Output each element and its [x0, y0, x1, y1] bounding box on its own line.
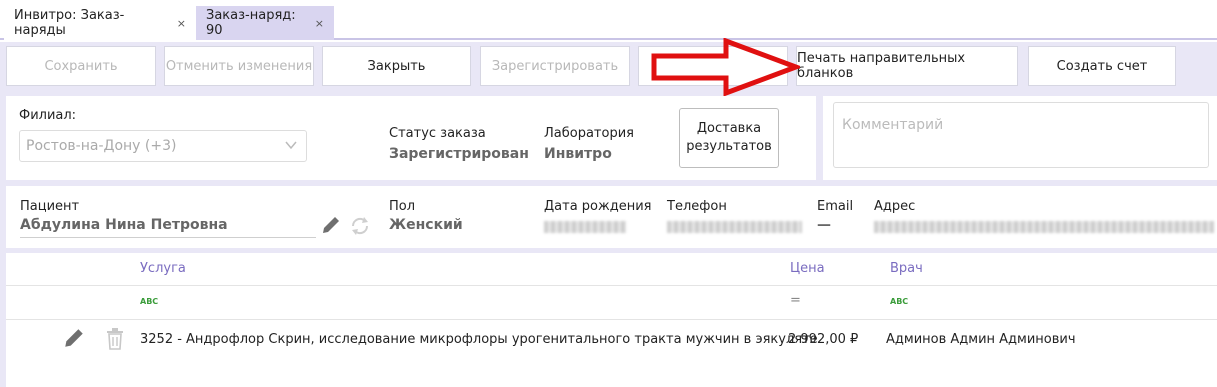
edit-pencil-icon[interactable] — [62, 326, 86, 350]
tab-label: Заказ-наряд: 90 — [206, 8, 296, 38]
patient-field-underline — [20, 237, 316, 238]
close-icon[interactable]: × — [315, 17, 324, 30]
edit-pencil-icon[interactable] — [320, 214, 342, 236]
refresh-icon[interactable] — [349, 216, 371, 236]
laboratory-label: Лаборатория — [544, 126, 634, 141]
text-filter-icon[interactable]: ABC — [890, 297, 908, 306]
tab-label: Инвитро: Заказ-наряды — [14, 8, 125, 38]
toolbar: Сохранить Отменить изменения Закрыть Зар… — [0, 42, 1217, 94]
register-button[interactable]: Зарегистрировать — [480, 46, 630, 86]
branch-label: Филиал: — [19, 108, 77, 123]
price-cell: 2 992,00 ₽ — [788, 332, 859, 347]
comment-field[interactable]: Комментарий — [833, 102, 1209, 168]
column-header-service[interactable]: Услуга — [140, 261, 186, 276]
close-button[interactable]: Закрыть — [322, 46, 471, 86]
patient-label: Пациент — [20, 199, 80, 214]
comment-panel: Комментарий — [823, 96, 1217, 180]
delivery-label-line1: Доставка — [696, 121, 762, 136]
trash-icon[interactable] — [106, 328, 124, 350]
header-divider — [6, 285, 1217, 286]
save-button[interactable]: Сохранить — [6, 46, 156, 86]
order-status-label: Статус заказа — [389, 126, 486, 141]
filter-divider — [6, 319, 1217, 320]
red-arrow-annotation — [651, 38, 800, 96]
patient-name[interactable]: Абдулина Нина Петровна — [20, 217, 228, 233]
services-table: Услуга Цена Врач ABC = ABC 3252 - Андроф… — [6, 253, 1217, 387]
sex-value: Женский — [389, 217, 463, 233]
create-invoice-button[interactable]: Создать счет — [1028, 46, 1176, 86]
address-redacted — [874, 221, 1214, 233]
chevron-down-icon — [284, 138, 298, 155]
sex-label: Пол — [389, 199, 416, 214]
birth-date-redacted — [544, 221, 626, 233]
order-info-panel: Филиал: Ростов-на-Дону (+3) Статус заказ… — [6, 96, 816, 180]
delivery-label-line2: результатов — [686, 139, 772, 154]
phone-redacted — [667, 221, 802, 233]
email-value: — — [817, 217, 831, 233]
birth-date-label: Дата рождения — [544, 199, 652, 214]
column-header-price[interactable]: Цена — [790, 261, 825, 276]
print-referral-forms-button[interactable]: Печать направительных бланков — [796, 46, 1018, 86]
branch-value: Ростов-на-Дону (+3) — [26, 138, 177, 154]
service-cell: 3252 - Андрофлор Скрин, исследование мик… — [140, 332, 818, 347]
tab-orders-list[interactable]: Инвитро: Заказ-наряды × — [4, 6, 196, 40]
address-label: Адрес — [874, 199, 916, 214]
cancel-changes-button[interactable]: Отменить изменения — [164, 46, 314, 86]
close-icon[interactable]: × — [177, 17, 186, 30]
patient-panel: Пациент Абдулина Нина Петровна Пол Женск… — [6, 186, 1217, 248]
column-header-doctor[interactable]: Врач — [890, 261, 923, 276]
tab-order-90[interactable]: Заказ-наряд: 90 × — [196, 6, 334, 40]
tab-bar: Инвитро: Заказ-наряды × Заказ-наряд: 90 … — [0, 0, 1217, 40]
delivery-results-button[interactable]: Доставка результатов — [679, 108, 779, 168]
laboratory-value: Инвитро — [544, 146, 612, 162]
equals-filter-icon[interactable]: = — [790, 293, 801, 308]
text-filter-icon[interactable]: ABC — [140, 297, 158, 306]
branch-select[interactable]: Ростов-на-Дону (+3) — [19, 130, 307, 162]
order-status-value: Зарегистрирован — [389, 146, 529, 162]
email-label: Email — [817, 199, 854, 214]
doctor-cell: Админов Админ Админович — [886, 332, 1076, 347]
phone-label: Телефон — [667, 199, 727, 214]
